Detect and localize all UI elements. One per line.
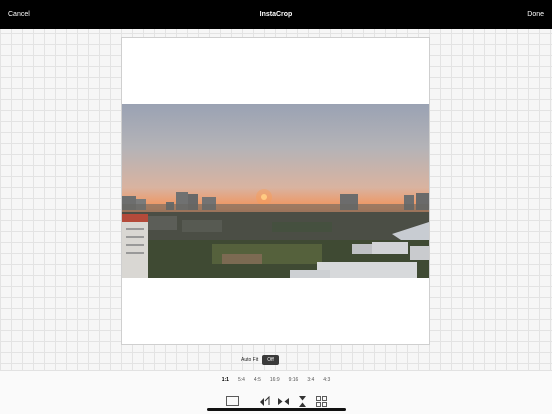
cancel-button[interactable]: Cancel bbox=[8, 11, 30, 18]
app-title: InstaCrop bbox=[259, 11, 293, 18]
ratio-16-9[interactable]: 16:9 bbox=[270, 377, 280, 383]
ratio-9-16[interactable]: 9:16 bbox=[289, 377, 299, 383]
ratio-5-4[interactable]: 5:4 bbox=[238, 377, 245, 383]
grid-icon[interactable] bbox=[316, 395, 327, 407]
ratio-4-3[interactable]: 4:3 bbox=[323, 377, 330, 383]
flip-vertical-icon[interactable] bbox=[297, 395, 308, 407]
auto-fit-toggle[interactable]: Off bbox=[262, 355, 279, 365]
home-indicator bbox=[207, 408, 346, 411]
photo-preview[interactable] bbox=[122, 104, 429, 278]
flip-horizontal-icon[interactable] bbox=[278, 396, 289, 407]
frame-icon[interactable] bbox=[225, 396, 239, 407]
ratio-1-1[interactable]: 1:1 bbox=[222, 377, 229, 383]
ratio-4-5[interactable]: 4:5 bbox=[254, 377, 261, 383]
rotate-icon[interactable] bbox=[259, 395, 270, 407]
auto-fit-label: Auto Fit bbox=[241, 357, 259, 363]
crop-canvas[interactable] bbox=[121, 37, 430, 345]
done-button[interactable]: Done bbox=[527, 11, 544, 18]
aspect-ratio-bar: 1:1 5:4 4:5 16:9 9:16 3:4 4:3 bbox=[0, 370, 552, 389]
auto-fit-control: Auto Fit Off bbox=[241, 355, 279, 365]
sunset-cityscape-image bbox=[122, 189, 429, 278]
top-navigation-bar: Cancel InstaCrop Done bbox=[0, 0, 552, 29]
ratio-3-4[interactable]: 3:4 bbox=[307, 377, 314, 383]
